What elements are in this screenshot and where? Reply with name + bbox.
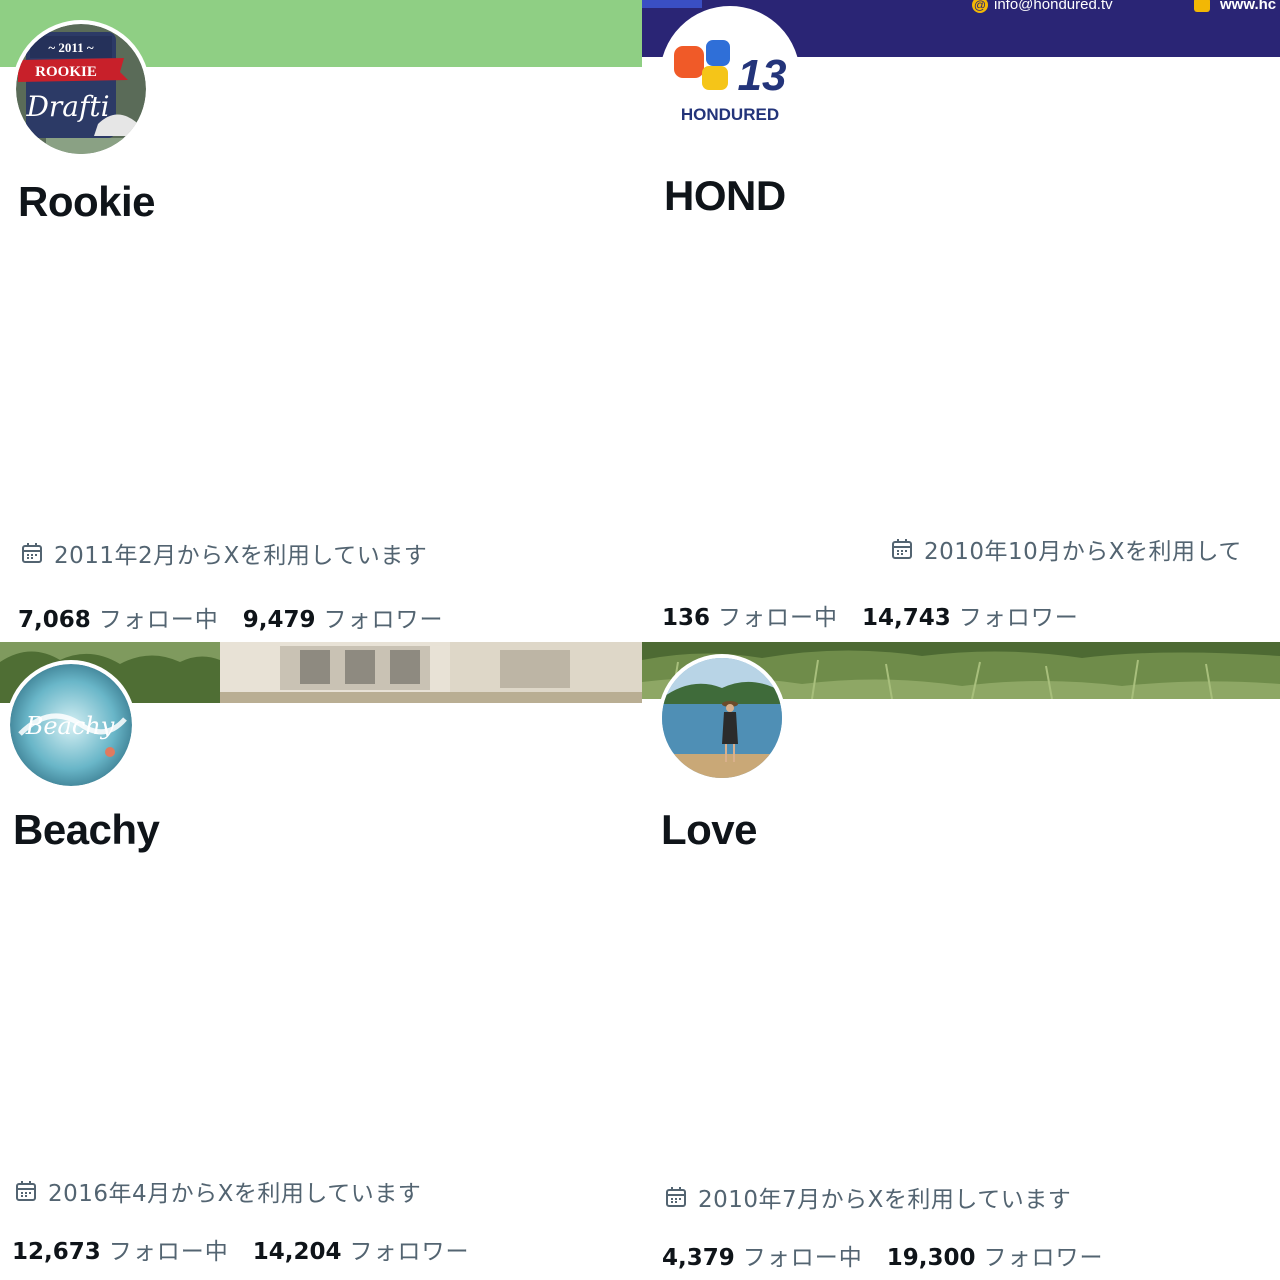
joined-date-text: 2011年2月からXを利用しています [54,543,428,569]
profile-display-name: Rookie [18,178,156,225]
profile-avatar[interactable]: Beachy [6,660,136,790]
followers-count[interactable]: 14,204 フォロワー [253,1232,470,1266]
joined-date-text: 2010年10月からXを利用して [924,539,1242,565]
follow-stats: 136 フォロー中 14,743 フォロワー [662,598,1103,632]
follow-stats: 12,673 フォロー中 14,204 フォロワー [12,1232,494,1266]
person-by-lake-photo [662,658,782,778]
followers-count[interactable]: 9,479 フォロワー [243,600,444,634]
profile-display-name: HOND [664,172,786,219]
at-sign-icon: @ [972,0,988,14]
bus-icon [1194,0,1210,13]
calendar-icon [892,539,912,559]
profile-avatar[interactable]: ~ 2011 ~ ROOKIE Drafti [12,20,150,158]
calendar-icon [666,1187,686,1207]
profile-display-name: Love [661,806,758,853]
svg-text:Beachy: Beachy [25,712,115,740]
hondured-logo: 13 HONDURED [664,10,796,142]
profile-card-hond: @ info@hondured.tv www.hc 13 HONDURED HON… [642,0,1280,642]
joined-date-text: 2016年4月からXを利用しています [48,1181,422,1207]
follow-stats: 7,068 フォロー中 9,479 フォロワー [18,600,468,634]
joined-date-text: 2010年7月からXを利用しています [698,1187,1072,1213]
svg-text:13: 13 [738,51,787,100]
following-count[interactable]: 7,068 フォロー中 [18,600,219,634]
followers-count[interactable]: 19,300 フォロワー [887,1238,1104,1272]
profile-card-rookie: ~ 2011 ~ ROOKIE Drafti Rookie 2011年2月からX… [0,0,642,642]
svg-text:~ 2011 ~: ~ 2011 ~ [48,40,94,55]
profile-avatar[interactable] [658,654,786,782]
calendar-icon [16,1181,36,1201]
following-count[interactable]: 12,673 フォロー中 [12,1232,229,1266]
joined-date: 2010年10月からXを利用して [890,532,1242,566]
banner-email: @ info@hondured.tv [972,0,1113,14]
joined-date: 2016年4月からXを利用しています [14,1174,421,1208]
joined-date: 2011年2月からXを利用しています [20,536,427,570]
svg-text:HONDURED: HONDURED [681,105,779,124]
followers-count[interactable]: 14,743 フォロワー [862,598,1079,632]
follow-stats: 4,379 フォロー中 19,300 フォロワー [662,1238,1128,1272]
joined-date: 2010年7月からXを利用しています [664,1180,1071,1214]
beachy-wave-logo: Beachy [10,664,132,786]
calendar-icon [22,543,42,563]
profile-display-name: Beachy [13,806,160,853]
following-count[interactable]: 136 フォロー中 [662,598,838,632]
rookie-draft-logo: ~ 2011 ~ ROOKIE Drafti [16,24,146,154]
following-count[interactable]: 4,379 フォロー中 [662,1238,863,1272]
profile-card-love: Love 2010年7月からXを利用しています 4,379 フォロー中 19,30… [642,642,1280,1280]
profile-card-beachy: Beachy Beachy 2016年4月からXを利用しています 12,673 フ… [0,642,642,1280]
profile-avatar[interactable]: 13 HONDURED [660,6,800,146]
svg-text:Drafti: Drafti [25,90,109,123]
banner-website: www.hc [1194,0,1276,13]
svg-text:ROOKIE: ROOKIE [35,64,97,80]
